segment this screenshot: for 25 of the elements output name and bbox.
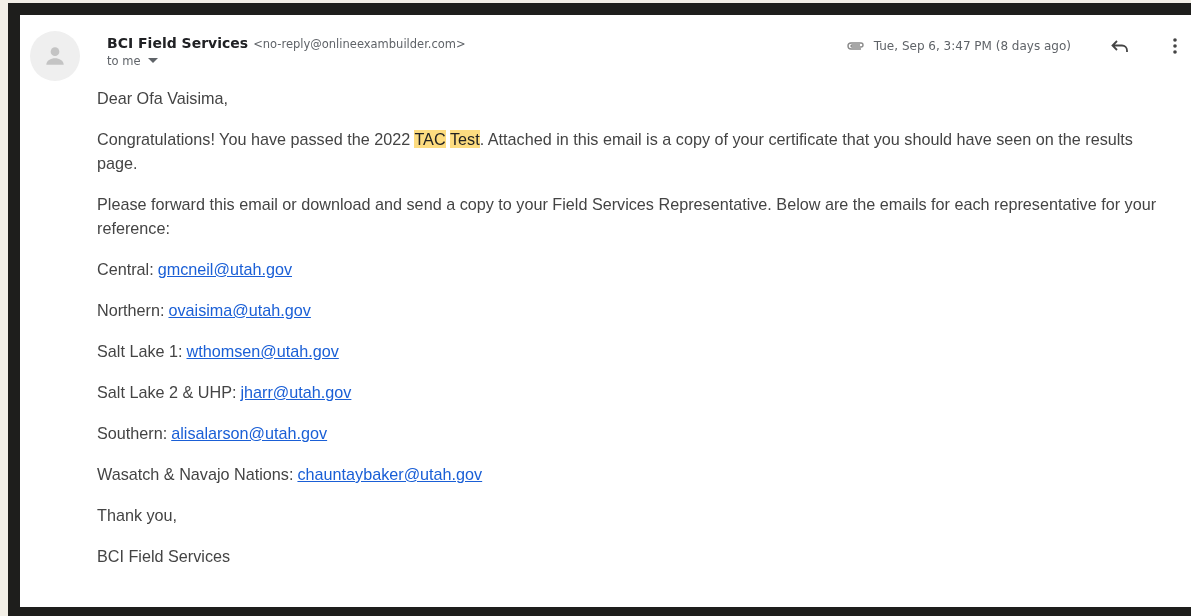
email-link[interactable]: gmcneil@utah.gov	[157, 257, 292, 281]
region-label: Salt Lake 2 & UHP:	[97, 382, 237, 403]
email-link[interactable]: jharr@utah.gov	[240, 380, 352, 404]
body-paragraph: BCI Field Services	[97, 546, 232, 567]
region-label: Wasatch & Navajo Nations:	[97, 464, 294, 485]
email-link[interactable]: alisalarson@utah.gov	[171, 421, 328, 445]
body-paragraph: Thank you,	[97, 505, 179, 526]
region-label: Southern:	[97, 423, 168, 444]
more-options-icon[interactable]	[1171, 36, 1179, 56]
recipient-label: to me	[107, 54, 141, 68]
avatar-icon	[30, 31, 80, 81]
region-label: Northern:	[97, 300, 165, 321]
body-paragraph: Please forward this email or download and send a copy to your Field Services Representative. Below are the emails for each representative for your reference:	[97, 194, 1158, 239]
email-link[interactable]: chauntaybaker@utah.gov	[297, 462, 483, 486]
email-link[interactable]: ovaisima@utah.gov	[168, 298, 311, 322]
region-label: Salt Lake 1:	[97, 341, 183, 362]
message-date: Tue, Sep 6, 3:47 PM (8 days ago)	[873, 39, 1071, 53]
email-link[interactable]: wthomsen@utah.gov	[186, 339, 339, 363]
body-paragraph: Congratulations! You have passed the 2022 TAC Test. Attached in this email is a copy of your certificate that you should have seen on the results page.	[97, 129, 1134, 174]
reply-icon[interactable]	[1109, 37, 1131, 55]
body-paragraph: Dear Ofa Vaisima,	[97, 88, 230, 109]
sender-email: <no-reply@onlineexambuilder.com>	[253, 37, 466, 51]
region-label: Central:	[97, 259, 154, 280]
dropdown-caret-icon[interactable]	[146, 56, 161, 66]
sender-name: BCI Field Services	[107, 35, 249, 51]
